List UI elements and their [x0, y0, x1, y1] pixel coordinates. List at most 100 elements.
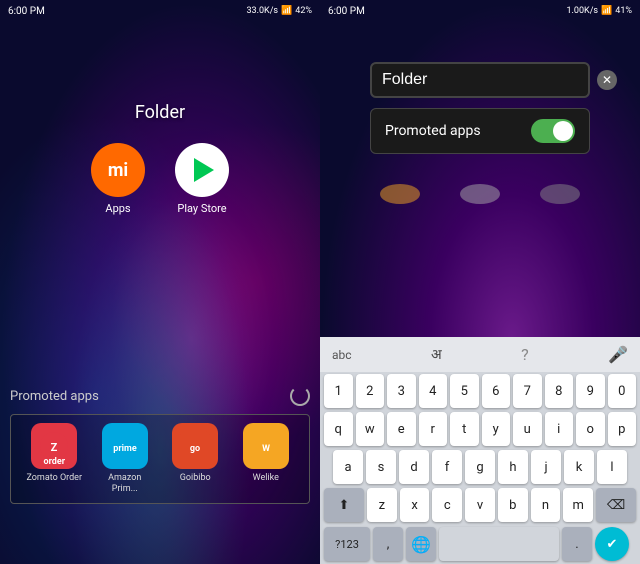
key-j[interactable]: j [531, 450, 561, 484]
key-123[interactable]: ?123 [324, 527, 370, 561]
goibibo-label: Goibibo [180, 473, 211, 484]
kb-hindi[interactable]: अ [425, 341, 448, 368]
mi-apps-icon[interactable]: mi [91, 143, 145, 197]
status-icons-left: 33.0K/s 📶 42% [247, 6, 313, 16]
key-d[interactable]: d [399, 450, 429, 484]
keyboard-top-row: abc अ ? 🎤 [320, 337, 640, 372]
key-7[interactable]: 7 [513, 374, 542, 408]
key-6[interactable]: 6 [482, 374, 511, 408]
dot-gray2 [540, 184, 580, 204]
key-r[interactable]: r [419, 412, 448, 446]
promoted-title: Promoted apps [10, 389, 99, 404]
key-y[interactable]: y [482, 412, 511, 446]
goibibo-svg: go [180, 431, 210, 461]
left-status-bar: 6:00 PM 33.0K/s 📶 42% [0, 0, 320, 22]
key-3[interactable]: 3 [387, 374, 416, 408]
key-t[interactable]: t [450, 412, 479, 446]
svg-text:prime: prime [113, 444, 137, 454]
key-m[interactable]: m [563, 488, 593, 522]
key-5[interactable]: 5 [450, 374, 479, 408]
key-v[interactable]: v [465, 488, 495, 522]
key-q[interactable]: q [324, 412, 353, 446]
key-g[interactable]: g [465, 450, 495, 484]
key-2[interactable]: 2 [356, 374, 385, 408]
zomato-label: Zomato Order [27, 473, 83, 484]
key-o[interactable]: o [576, 412, 605, 446]
key-4[interactable]: 4 [419, 374, 448, 408]
promoted-apps-toggle[interactable] [531, 119, 575, 143]
play-store-icon[interactable] [175, 143, 229, 197]
key-c[interactable]: c [432, 488, 462, 522]
spacebar[interactable] [439, 527, 559, 561]
right-screen: 6:00 PM 1.00K/s 📶 41% ✕ Promoted apps [320, 0, 640, 564]
right-content: ✕ Promoted apps [320, 22, 640, 337]
key-z[interactable]: z [367, 488, 397, 522]
promoted-section: Promoted apps Z Zomato Order p [10, 386, 310, 504]
refresh-icon[interactable] [290, 386, 310, 406]
key-x[interactable]: x [400, 488, 430, 522]
keyboard-qwerty-row: q w e r t y u i o p [320, 410, 640, 448]
amazon-label: Amazon Prim... [95, 473, 155, 495]
kb-abc[interactable]: abc [326, 344, 358, 366]
toggle-knob [553, 121, 573, 141]
key-comma[interactable]: , [373, 527, 403, 561]
key-w[interactable]: w [356, 412, 385, 446]
key-h[interactable]: h [498, 450, 528, 484]
mi-apps-label: Apps [105, 202, 130, 215]
right-time: 6:00 PM [328, 6, 365, 17]
keyboard-number-row: 1 2 3 4 5 6 7 8 9 0 [320, 372, 640, 410]
backspace-key[interactable]: ⌫ [596, 488, 636, 522]
promoted-apps-toggle-row: Promoted apps [370, 108, 590, 154]
key-0[interactable]: 0 [608, 374, 637, 408]
zomato-svg: Z [39, 431, 69, 461]
key-a[interactable]: a [333, 450, 363, 484]
folder-name-input[interactable] [382, 71, 589, 89]
goibibo-icon[interactable]: go [172, 423, 218, 469]
play-store-icon-wrap[interactable]: Play Store [175, 143, 229, 215]
svg-text:go: go [190, 444, 200, 454]
enter-key[interactable]: ✔ [595, 527, 629, 561]
welike-label: Welike [253, 473, 279, 484]
clear-input-button[interactable]: ✕ [597, 70, 617, 90]
kb-mic-icon[interactable]: 🎤 [602, 341, 634, 368]
key-k[interactable]: k [564, 450, 594, 484]
list-item[interactable]: go Goibibo [165, 423, 225, 495]
list-item[interactable]: Z Zomato Order [24, 423, 84, 495]
dot-gray [460, 184, 500, 204]
amazon-icon[interactable]: prime [102, 423, 148, 469]
welike-svg: W [251, 431, 281, 461]
left-time: 6:00 PM [8, 6, 45, 17]
dot-orange [380, 184, 420, 204]
promoted-toggle-label: Promoted apps [385, 123, 481, 139]
keyboard: abc अ ? 🎤 1 2 3 4 5 6 7 8 9 0 q w e r t … [320, 337, 640, 564]
globe-icon[interactable]: 🌐 [406, 527, 436, 561]
kb-help-icon[interactable]: ? [515, 341, 535, 368]
list-item[interactable]: prime Amazon Prim... [95, 423, 155, 495]
shift-key[interactable]: ⬆ [324, 488, 364, 522]
key-1[interactable]: 1 [324, 374, 353, 408]
key-9[interactable]: 9 [576, 374, 605, 408]
promoted-grid: Z Zomato Order prime Amazon Prim... [10, 414, 310, 504]
svg-text:W: W [262, 444, 270, 454]
key-period[interactable]: . [562, 527, 592, 561]
right-status-right: 1.00K/s 📶 41% [567, 6, 633, 16]
mi-apps-icon-wrap[interactable]: mi Apps [91, 143, 145, 215]
right-signal-icon: 📶 [601, 6, 612, 16]
welike-icon[interactable]: W [243, 423, 289, 469]
key-b[interactable]: b [498, 488, 528, 522]
folder-title-left: Folder [0, 102, 320, 123]
key-l[interactable]: l [597, 450, 627, 484]
key-u[interactable]: u [513, 412, 542, 446]
key-i[interactable]: i [545, 412, 574, 446]
list-item[interactable]: W Welike [236, 423, 296, 495]
key-s[interactable]: s [366, 450, 396, 484]
key-n[interactable]: n [531, 488, 561, 522]
key-f[interactable]: f [432, 450, 462, 484]
amazon-svg: prime [110, 431, 140, 461]
keyboard-zxcv-row: ⬆ z x c v b n m ⌫ [320, 486, 640, 524]
zomato-icon[interactable]: Z [31, 423, 77, 469]
key-8[interactable]: 8 [545, 374, 574, 408]
key-e[interactable]: e [387, 412, 416, 446]
key-p[interactable]: p [608, 412, 637, 446]
left-battery: 42% [295, 6, 312, 16]
